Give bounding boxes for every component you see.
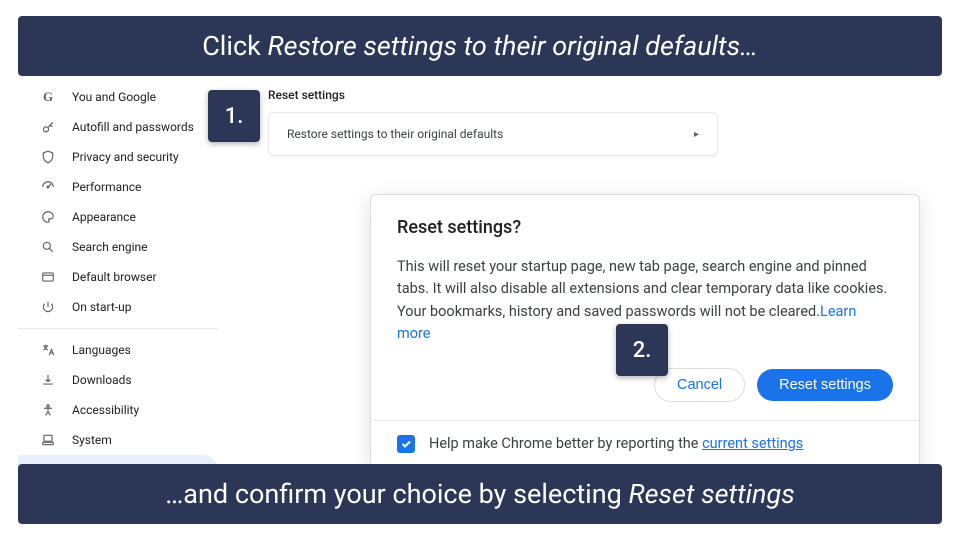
sidebar-item-appearance[interactable]: Appearance: [18, 202, 218, 232]
restore-defaults-row[interactable]: Restore settings to their original defau…: [268, 112, 718, 156]
sidebar-item-label: On start-up: [72, 300, 131, 314]
chevron-right-icon: ▸: [694, 129, 699, 140]
key-icon: [40, 119, 56, 135]
main-panel: Reset settings Restore settings to their…: [268, 88, 718, 156]
banner-top-italic: Restore settings to their original defau…: [267, 30, 757, 62]
download-icon: [40, 372, 56, 388]
accessibility-icon: [40, 402, 56, 418]
step-badge-1: 1.: [208, 90, 260, 142]
banner-bottom-prefix: …and confirm your choice by selecting: [165, 478, 628, 510]
dialog-title: Reset settings?: [397, 217, 893, 238]
step-badge-2: 2.: [616, 324, 668, 376]
footer-text: Help make Chrome better by reporting the: [429, 435, 702, 452]
sidebar-item-label: Privacy and security: [72, 150, 179, 164]
sidebar-item-label: Performance: [72, 180, 141, 194]
sidebar-item-accessibility[interactable]: Accessibility: [18, 395, 218, 425]
palette-icon: [40, 209, 56, 225]
system-icon: [40, 432, 56, 448]
speedometer-icon: [40, 179, 56, 195]
sidebar-item-performance[interactable]: Performance: [18, 172, 218, 202]
sidebar-item-privacy[interactable]: Privacy and security: [18, 142, 218, 172]
sidebar-item-label: Autofill and passwords: [72, 120, 194, 134]
sidebar-item-languages[interactable]: Languages: [18, 335, 218, 365]
restore-defaults-label: Restore settings to their original defau…: [287, 127, 503, 141]
banner-top-prefix: Click: [202, 30, 267, 62]
instruction-banner-top: Click Restore settings to their original…: [18, 16, 942, 76]
shield-icon: [40, 149, 56, 165]
sidebar-item-label: Downloads: [72, 373, 132, 387]
section-title: Reset settings: [268, 88, 718, 102]
sidebar-separator: [18, 328, 218, 329]
search-icon: [40, 239, 56, 255]
report-settings-checkbox[interactable]: [397, 435, 415, 453]
sidebar-item-you-and-google[interactable]: G You and Google: [18, 82, 218, 112]
sidebar-item-startup[interactable]: On start-up: [18, 292, 218, 322]
sidebar-item-default-browser[interactable]: Default browser: [18, 262, 218, 292]
power-icon: [40, 299, 56, 315]
banner-bottom-italic: Reset settings: [629, 478, 795, 510]
sidebar-item-label: Accessibility: [72, 403, 139, 417]
sidebar-item-system[interactable]: System: [18, 425, 218, 455]
sidebar-item-label: System: [72, 433, 112, 447]
browser-icon: [40, 269, 56, 285]
sidebar-item-downloads[interactable]: Downloads: [18, 365, 218, 395]
sidebar-item-label: Appearance: [72, 210, 136, 224]
current-settings-link[interactable]: current settings: [702, 435, 803, 452]
settings-sidebar: G You and Google Autofill and passwords …: [18, 82, 218, 528]
sidebar-item-search-engine[interactable]: Search engine: [18, 232, 218, 262]
sidebar-item-label: Languages: [72, 343, 131, 357]
dialog-footer: Help make Chrome better by reporting the…: [371, 420, 919, 467]
content-area: G You and Google Autofill and passwords …: [18, 82, 942, 458]
translate-icon: [40, 342, 56, 358]
sidebar-item-autofill[interactable]: Autofill and passwords: [18, 112, 218, 142]
instruction-banner-bottom: …and confirm your choice by selecting Re…: [18, 464, 942, 524]
sidebar-item-label: Default browser: [72, 270, 157, 284]
sidebar-item-label: Search engine: [72, 240, 147, 254]
sidebar-item-label: You and Google: [72, 90, 156, 104]
reset-settings-button[interactable]: Reset settings: [757, 369, 893, 401]
google-icon: G: [40, 89, 56, 105]
